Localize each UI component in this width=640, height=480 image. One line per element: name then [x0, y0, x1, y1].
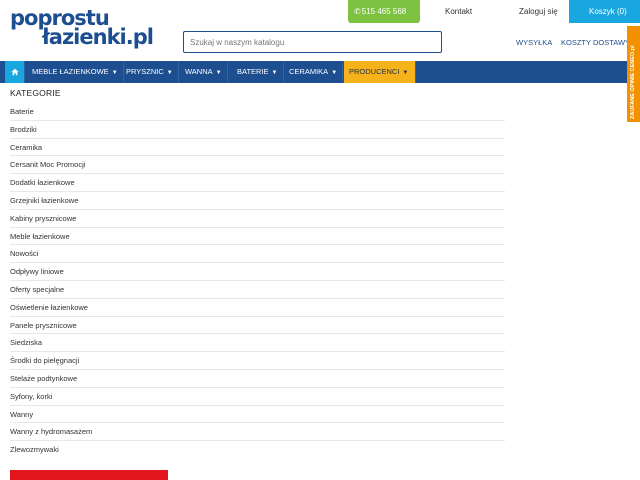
category-item[interactable]: Wanny z hydromasażem: [10, 423, 505, 442]
phone-number: 515 465 568: [361, 7, 407, 16]
logo-line-2: łazienki.pl: [42, 25, 154, 49]
search-input[interactable]: [183, 31, 442, 53]
login-link[interactable]: Zaloguj się: [519, 0, 558, 23]
nav-item-meble[interactable]: MEBLE ŁAZIENKOWE ▼: [27, 61, 124, 83]
categories-title: KATEGORIE: [10, 88, 61, 98]
category-list: Baterie Brodziki Ceramika Cersanit Moc P…: [10, 103, 505, 459]
category-item[interactable]: Zlewozmywaki: [10, 441, 505, 459]
nav-label: WANNA: [185, 67, 213, 76]
badge-label: ZAUFANE OPINIE CENEO.pl: [630, 45, 636, 119]
phone-button[interactable]: ✆ 515 465 568: [348, 0, 420, 23]
category-item[interactable]: Nowości: [10, 245, 505, 264]
category-item[interactable]: Cersanit Moc Promocji: [10, 156, 505, 175]
category-item[interactable]: Panele prysznicowe: [10, 317, 505, 335]
category-item[interactable]: Odpływy liniowe: [10, 263, 505, 281]
category-item[interactable]: Ceramika: [10, 139, 505, 157]
nav-item-wanna[interactable]: WANNA ▼: [180, 61, 228, 83]
category-item[interactable]: Środki do pielęgnacji: [10, 352, 505, 370]
phone-icon: ✆: [354, 7, 361, 16]
chevron-down-icon: ▼: [271, 70, 278, 76]
nav-item-baterie[interactable]: BATERIE ▼: [232, 61, 284, 83]
site-header: poprostu łazienki.pl ✆ 515 465 568 Konta…: [0, 0, 640, 60]
category-item[interactable]: Wanny: [10, 406, 505, 424]
cart-button[interactable]: Koszyk (0): [569, 0, 640, 23]
home-icon: [10, 68, 19, 76]
chevron-down-icon: ▼: [331, 70, 338, 76]
nav-home[interactable]: [5, 61, 25, 83]
cart-label: Koszyk (0): [589, 7, 627, 16]
nav-label: PRYSZNIC: [126, 67, 164, 76]
category-item[interactable]: Siedziska: [10, 334, 505, 353]
ceneo-trust-badge[interactable]: ZAUFANE OPINIE CENEO.pl: [627, 26, 640, 122]
shipping-costs-link[interactable]: KOSZTY DOSTAWY: [561, 38, 630, 47]
category-item[interactable]: Oświetlenie łazienkowe: [10, 299, 505, 317]
promo-banner[interactable]: [10, 470, 168, 480]
category-item[interactable]: Meble łazienkowe: [10, 228, 505, 246]
main-nav: MEBLE ŁAZIENKOWE ▼ PRYSZNIC ▼ WANNA ▼ BATER…: [0, 61, 627, 83]
shipping-link[interactable]: WYSYŁKA: [516, 38, 552, 47]
chevron-down-icon: ▼: [166, 70, 173, 76]
category-item[interactable]: Stelaże podtynkowe: [10, 370, 505, 388]
nav-label: BATERIE: [237, 67, 269, 76]
site-logo[interactable]: poprostu łazienki.pl: [10, 8, 160, 52]
category-item[interactable]: Kabiny prysznicowe: [10, 210, 505, 228]
category-item[interactable]: Syfony, korki: [10, 388, 505, 406]
nav-label: MEBLE ŁAZIENKOWE: [32, 67, 109, 76]
chevron-down-icon: ▼: [215, 70, 222, 76]
nav-item-producenci[interactable]: PRODUCENCI ▼: [344, 61, 416, 83]
nav-label: PRODUCENCI: [349, 67, 400, 76]
category-item[interactable]: Dodatki łazienkowe: [10, 174, 505, 192]
chevron-down-icon: ▼: [402, 70, 409, 76]
contact-link[interactable]: Kontakt: [445, 0, 472, 23]
category-item[interactable]: Brodziki: [10, 121, 505, 139]
nav-item-ceramika[interactable]: CERAMIKA ▼: [284, 61, 344, 83]
category-item[interactable]: Grzejniki łazienkowe: [10, 192, 505, 210]
chevron-down-icon: ▼: [111, 70, 118, 76]
nav-label: CERAMIKA: [289, 67, 329, 76]
category-item[interactable]: Baterie: [10, 103, 505, 121]
nav-item-prysznic[interactable]: PRYSZNIC ▼: [121, 61, 179, 83]
category-item[interactable]: Oferty specjalne: [10, 281, 505, 299]
